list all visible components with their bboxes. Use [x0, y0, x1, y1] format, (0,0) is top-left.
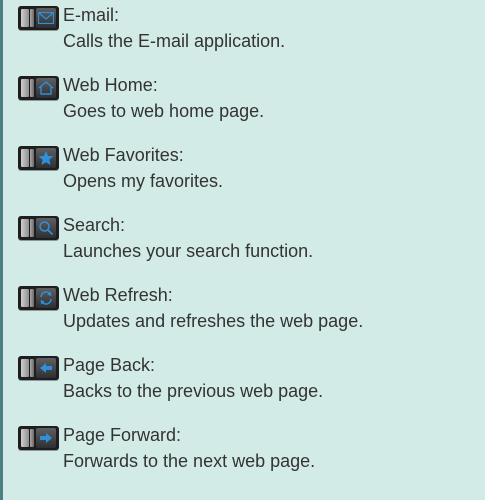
item-description: Opens my favorites. — [63, 171, 224, 191]
item-description: Forwards to the next web page. — [63, 451, 316, 471]
home-icon — [36, 78, 56, 98]
web-home-key — [18, 76, 59, 100]
star-icon — [36, 148, 56, 168]
search-key — [18, 216, 59, 240]
list-item-page-back: Page Back: Backs to the previous web pag… — [18, 354, 483, 407]
search-icon — [36, 218, 56, 238]
item-description: Calls the E-mail application. — [63, 31, 286, 51]
arrow-left-icon — [36, 358, 56, 378]
web-favorites-key — [18, 146, 59, 170]
page-back-key — [18, 356, 59, 380]
envelope-icon — [36, 8, 56, 28]
page-forward-key — [18, 426, 59, 450]
list-item-search: Search: Launches your search function. — [18, 214, 483, 267]
item-title: Web Favorites: — [63, 145, 184, 165]
list-item-email: E-mail: Calls the E-mail application. — [18, 4, 483, 57]
item-title: Web Refresh: — [63, 285, 173, 305]
item-description: Backs to the previous web page. — [63, 381, 324, 401]
item-title: Page Back: — [63, 355, 156, 375]
item-title: Search: — [63, 215, 126, 235]
list-item-web-home: Web Home: Goes to web home page. — [18, 74, 483, 127]
email-key — [18, 6, 59, 30]
item-description: Launches your search function. — [63, 241, 314, 261]
item-description: Updates and refreshes the web page. — [63, 311, 364, 331]
hotkey-list: E-mail: Calls the E-mail application. We… — [18, 4, 483, 494]
list-item-web-favorites: Web Favorites: Opens my favorites. — [18, 144, 483, 197]
list-item-page-forward: Page Forward: Forwards to the next web p… — [18, 424, 483, 477]
item-description: Goes to web home page. — [63, 101, 265, 121]
web-refresh-key — [18, 286, 59, 310]
item-title: E-mail: — [63, 5, 120, 25]
item-title: Page Forward: — [63, 425, 182, 445]
list-item-web-refresh: Web Refresh: Updates and refreshes the w… — [18, 284, 483, 337]
left-border — [0, 0, 3, 500]
refresh-icon — [36, 288, 56, 308]
arrow-right-icon — [36, 428, 56, 448]
item-title: Web Home: — [63, 75, 158, 95]
